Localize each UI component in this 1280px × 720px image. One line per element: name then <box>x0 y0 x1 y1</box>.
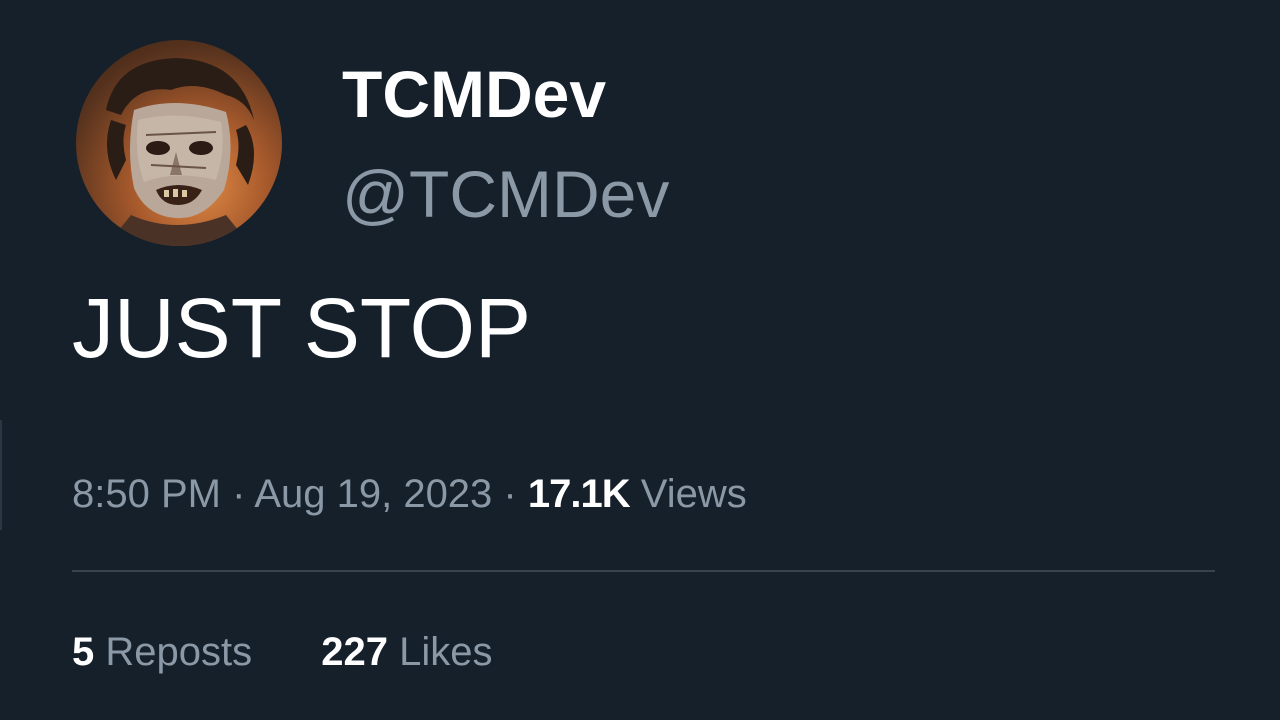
likes-stat[interactable]: 227 Likes <box>321 628 492 676</box>
tweet-time[interactable]: 8:50 PM <box>72 472 221 516</box>
tweet-card: TCMDev @TCMDev JUST STOP 8:50 PM · Aug 1… <box>0 0 1280 720</box>
reposts-count: 5 <box>72 630 95 674</box>
author-handle[interactable]: @TCMDev <box>342 156 669 232</box>
tweet-meta: 8:50 PM · Aug 19, 2023 · 17.1K Views <box>72 470 747 518</box>
likes-count: 227 <box>321 630 388 674</box>
engagement-stats: 5 Reposts 227 Likes <box>72 628 551 676</box>
reposts-stat[interactable]: 5 Reposts <box>72 628 252 676</box>
edge-divider <box>0 420 2 530</box>
author-display-name[interactable]: TCMDev <box>342 56 606 132</box>
meta-separator: · <box>492 472 528 516</box>
reposts-label: Reposts <box>105 630 253 674</box>
avatar[interactable] <box>76 40 282 246</box>
views-count: 17.1K <box>527 472 631 516</box>
likes-label: Likes <box>399 630 493 674</box>
meta-separator: · <box>220 472 255 516</box>
tweet-text: JUST STOP <box>72 281 532 375</box>
tweet-date[interactable]: Aug 19, 2023 <box>254 472 492 516</box>
divider <box>72 570 1215 572</box>
views-label: Views <box>640 472 747 516</box>
avatar-image <box>106 58 255 246</box>
